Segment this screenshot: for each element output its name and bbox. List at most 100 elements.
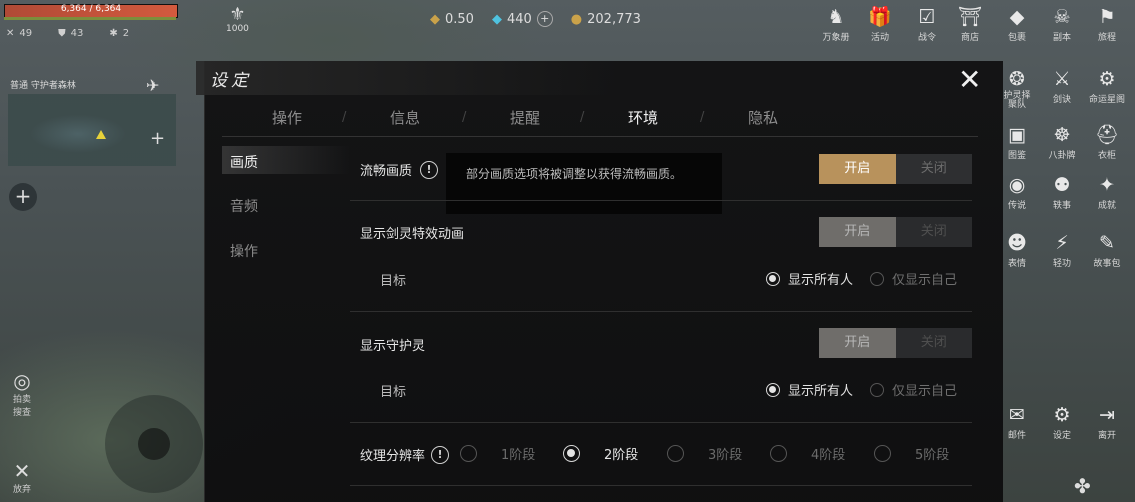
tab-environment[interactable]: 环境 <box>628 107 658 128</box>
sword-spirit-fx-toggle: 开启 关闭 <box>819 217 972 247</box>
texture-stage-1[interactable]: 1阶段 <box>460 444 535 463</box>
menu-journey[interactable]: ⚑ 旅程 <box>1087 6 1127 43</box>
add-currency-button[interactable]: + <box>536 11 553 27</box>
stage-label: 5阶段 <box>915 448 950 463</box>
radio-show-all[interactable]: 显示所有人 <box>766 380 853 399</box>
menu-label: 万象册 <box>822 33 850 43</box>
menu-label: 衣柜 <box>1097 151 1116 161</box>
bagua-icon: ☸ <box>1053 124 1071 146</box>
menu-legend[interactable]: ◉ 传说 <box>997 174 1037 211</box>
texture-stage-5[interactable]: 5阶段 <box>874 444 949 463</box>
lightness-icon: ⚡ <box>1055 232 1069 254</box>
add-button[interactable]: + <box>9 183 37 211</box>
settings-title: 设定 <box>210 71 252 91</box>
radio-label: 仅显示自己 <box>892 384 958 399</box>
fate-icon: ⚙ <box>1098 68 1116 90</box>
stage-label: 2阶段 <box>604 448 639 463</box>
menu-settings[interactable]: ⚙ 设定 <box>1042 404 1082 441</box>
texture-stage-2[interactable]: 2阶段 <box>563 444 638 463</box>
menu-achievement[interactable]: ✦ 成就 <box>1087 174 1127 211</box>
radio-label: 显示所有人 <box>788 384 854 399</box>
menu-shop[interactable]: ⛩ 商店 <box>950 6 990 43</box>
virtual-joystick[interactable] <box>105 395 203 493</box>
menu-story[interactable]: ⚉ 轶事 <box>1042 174 1082 211</box>
radio-show-self[interactable]: 仅显示自己 <box>870 380 957 399</box>
radio-circle <box>766 382 780 397</box>
title-bar <box>196 61 616 95</box>
guardian-icon: ❂ <box>1009 68 1025 90</box>
toggle-on: 开启 <box>819 328 896 358</box>
texture-stage-3[interactable]: 3阶段 <box>667 444 742 463</box>
menu-encyclopedia[interactable]: ♞ 万象册 <box>816 6 856 43</box>
settings-icon: ⚙ <box>1053 404 1071 426</box>
menu-storybook[interactable]: ✎ 故事包 <box>1087 232 1127 269</box>
radio-show-all[interactable]: 显示所有人 <box>766 269 853 288</box>
legend-icon: ◉ <box>1008 174 1026 196</box>
weapon-icon: ✕ <box>13 459 31 483</box>
texture-label: 纹理分辨率 <box>360 449 426 464</box>
weapon-label: 放弃 <box>12 485 31 495</box>
weapon-button[interactable]: ✕ 放弃 <box>7 460 37 495</box>
menu-dungeon[interactable]: ☠ 副本 <box>1042 6 1082 43</box>
side-control[interactable]: 操作 <box>230 241 258 261</box>
menu-sword-art[interactable]: ⚔ 剑诀 <box>1042 68 1082 105</box>
menu-label: 战令 <box>917 33 936 43</box>
tab-privacy[interactable]: 隐私 <box>748 107 778 128</box>
stage-label: 1阶段 <box>501 448 536 463</box>
menu-bagua[interactable]: ☸ 八卦牌 <box>1042 124 1082 161</box>
battle-pass-icon: ☑ <box>918 6 936 28</box>
tab-operation[interactable]: 操作 <box>272 107 302 128</box>
menu-battle-pass[interactable]: ☑ 战令 <box>907 6 947 43</box>
menu-exit[interactable]: ⇥ 离开 <box>1087 404 1127 441</box>
menu-mail[interactable]: ✉ 邮件 <box>997 404 1037 441</box>
shield-icon: ⛊ <box>58 28 66 39</box>
wing-icon[interactable]: ✈ <box>146 76 159 95</box>
menu-label: 活动 <box>870 33 889 43</box>
stage-label: 3阶段 <box>708 448 743 463</box>
menu-label: 故事包 <box>1093 259 1121 269</box>
side-audio[interactable]: 音频 <box>230 196 258 216</box>
toggle-off[interactable]: 关闭 <box>895 154 972 184</box>
level-badge[interactable]: ⚜ 1000 <box>226 6 249 35</box>
tab-reminder[interactable]: 提醒 <box>510 107 540 128</box>
texture-row: 纹理分辨率 ! <box>360 445 450 464</box>
guardian-label: 显示守护灵 <box>360 339 426 354</box>
close-icon[interactable]: ✕ <box>958 66 981 94</box>
menu-label: 八卦牌 <box>1048 151 1076 161</box>
radar-button[interactable]: ◎ 拍卖 搜查 <box>7 370 37 418</box>
info-icon[interactable]: ! <box>431 445 450 464</box>
menu-guardian[interactable]: ❂ 护灵择 聚队 <box>997 68 1037 110</box>
toggle-on[interactable]: 开启 <box>819 154 896 184</box>
level-value: 1000 <box>226 24 249 34</box>
smooth-quality-row: 流畅画质 ! <box>360 160 439 179</box>
menu-emote[interactable]: ☻ 表情 <box>997 232 1037 269</box>
gold: ● 202,773 <box>571 11 641 27</box>
radio-circle <box>667 445 684 462</box>
menu-wardrobe[interactable]: ⛑ 衣柜 <box>1087 124 1127 161</box>
joystick-knob[interactable] <box>138 428 170 460</box>
menu-lightness[interactable]: ⚡ 轻功 <box>1042 232 1082 269</box>
radar-label: 拍卖 搜查 <box>12 395 31 418</box>
gold-value: 202,773 <box>587 11 641 27</box>
menu-label: 传说 <box>1007 201 1026 211</box>
emote-icon: ☻ <box>1007 232 1027 254</box>
texture-stage-4[interactable]: 4阶段 <box>770 444 845 463</box>
mail-icon: ✉ <box>1009 404 1025 426</box>
info-icon[interactable]: ! <box>420 160 439 179</box>
settings-tabs: 操作 / 信息 / 提醒 / 环境 / 隐私 <box>222 104 978 137</box>
menu-fate[interactable]: ⚙ 命运星阁 <box>1087 68 1127 105</box>
menu-album[interactable]: ▣ 图鉴 <box>997 124 1037 161</box>
minimap-zoom-button[interactable]: + <box>150 128 165 149</box>
tab-info[interactable]: 信息 <box>390 107 420 128</box>
menu-label: 轻功 <box>1052 259 1071 269</box>
menu-label: 护灵择 聚队 <box>1003 91 1031 110</box>
menu-bag[interactable]: ◆ 包裹 <box>997 6 1037 43</box>
menu-event[interactable]: 🎁 活动 <box>860 6 900 43</box>
side-graphics[interactable]: 画质 <box>230 152 258 172</box>
skill-icon[interactable]: ✤ <box>1074 474 1091 498</box>
menu-label: 命运星阁 <box>1088 95 1125 105</box>
smooth-quality-label: 流畅画质 <box>360 164 413 179</box>
menu-label: 包裹 <box>1007 33 1026 43</box>
smooth-quality-toggle[interactable]: 开启 关闭 <box>819 154 972 184</box>
radio-show-self[interactable]: 仅显示自己 <box>870 269 957 288</box>
